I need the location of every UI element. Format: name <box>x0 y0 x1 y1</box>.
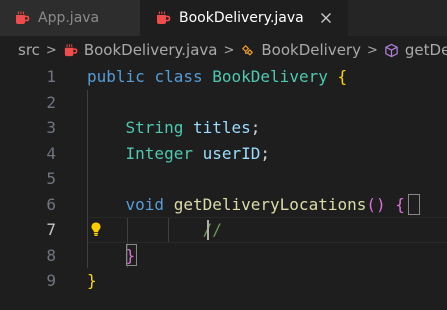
class-name-token: BookDelivery <box>212 67 328 86</box>
code-line: 5 <box>0 166 447 192</box>
type-token: String <box>125 118 184 137</box>
tab-label: BookDelivery.java <box>179 10 304 26</box>
punctuation-token: ; <box>250 118 261 137</box>
breadcrumb-method[interactable]: getDelivery <box>384 41 447 59</box>
line-number: 1 <box>46 67 56 86</box>
variable-token: userID <box>202 143 261 163</box>
breadcrumb-label: BookDelivery.java <box>83 41 218 59</box>
tab-bar: App.java BookDelivery.java <box>0 0 447 36</box>
brace-token: { <box>337 67 348 86</box>
line-number: 4 <box>46 143 56 163</box>
breadcrumb-class[interactable]: BookDelivery <box>240 41 361 59</box>
close-icon[interactable] <box>318 10 334 26</box>
java-coffee-icon <box>157 11 171 24</box>
line-number: 5 <box>46 169 56 188</box>
tab-label: App.java <box>38 10 100 26</box>
java-coffee-icon <box>64 43 78 56</box>
tab-app-java[interactable]: App.java <box>0 0 141 36</box>
chevron-right-icon: > <box>45 42 57 58</box>
java-coffee-icon <box>16 11 30 24</box>
tab-bar-empty <box>348 0 447 36</box>
code-text: String titles; <box>87 115 261 141</box>
breadcrumb-label: getDelivery <box>404 41 447 59</box>
code-line: 8 } <box>0 243 447 269</box>
breadcrumb: src > BookDelivery.java > BookDelivery >… <box>0 36 447 64</box>
lightbulb-icon[interactable] <box>88 221 104 237</box>
brace-token: } <box>87 271 97 290</box>
keyword-token: class <box>154 67 203 86</box>
line-number: 7 <box>46 220 56 239</box>
method-cube-icon <box>385 43 398 57</box>
keyword-token: void <box>125 194 165 214</box>
code-line-active: 7 // <box>0 217 447 243</box>
tab-bookdelivery-java[interactable]: BookDelivery.java <box>141 0 348 36</box>
matching-bracket-highlight <box>408 194 420 215</box>
code-text: // <box>87 217 222 243</box>
punctuation-token: ; <box>260 143 271 163</box>
line-number: 9 <box>46 271 56 290</box>
code-editor[interactable]: 1 public class BookDelivery { 2 3 String… <box>0 64 447 310</box>
code-text: void getDeliveryLocations() { <box>87 192 405 218</box>
code-line: 6 void getDeliveryLocations() { <box>0 192 447 218</box>
breadcrumb-label: BookDelivery <box>261 41 361 59</box>
chevron-right-icon: > <box>366 42 378 58</box>
text-cursor <box>207 220 209 240</box>
code-line: 2 <box>0 90 447 116</box>
matching-bracket-highlight <box>126 244 137 266</box>
code-line: 4 Integer userID; <box>0 141 447 167</box>
class-symbol-icon <box>242 44 254 56</box>
line-number: 2 <box>46 92 56 112</box>
comment-token: // <box>202 220 222 239</box>
chevron-right-icon: > <box>223 42 235 58</box>
code-text: } <box>87 268 97 294</box>
breadcrumb-label: src <box>18 41 40 59</box>
brace-token: { <box>395 194 405 214</box>
line-number: 3 <box>46 118 56 137</box>
type-token: Integer <box>125 143 193 163</box>
line-number: 8 <box>46 245 56 265</box>
function-name-token: getDeliveryLocations <box>173 194 367 214</box>
code-text: public class BookDelivery { <box>87 64 347 90</box>
parens-token: () <box>366 194 386 214</box>
breadcrumb-file[interactable]: BookDelivery.java <box>63 41 218 59</box>
code-text: Integer userID; <box>87 141 271 167</box>
code-line: 9 } <box>0 268 447 294</box>
line-number: 6 <box>46 194 56 214</box>
variable-token: titles <box>192 118 251 137</box>
code-line: 3 String titles; <box>0 115 447 141</box>
code-line: 1 public class BookDelivery { <box>0 64 447 90</box>
breadcrumb-src[interactable]: src <box>18 41 40 59</box>
keyword-token: public <box>87 67 145 86</box>
